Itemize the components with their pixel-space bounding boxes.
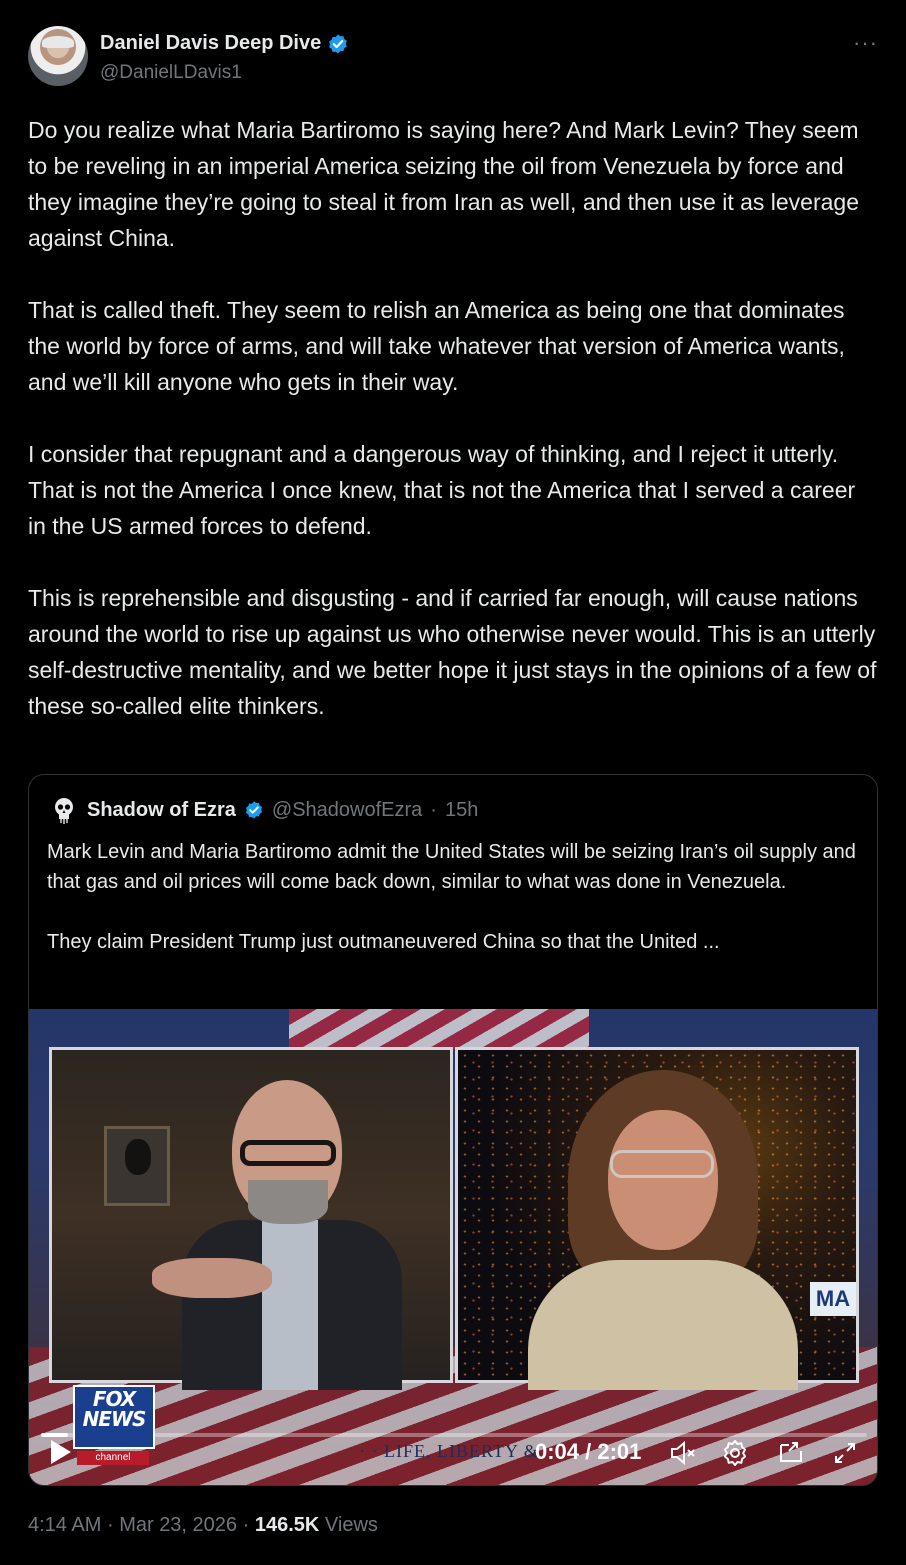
tweet-paragraph: That is called theft. They seem to relis… xyxy=(28,297,845,395)
skull-icon xyxy=(55,798,73,824)
fullscreen-icon[interactable] xyxy=(829,1437,861,1469)
more-options-icon[interactable]: ··· xyxy=(853,30,878,56)
pip-icon[interactable] xyxy=(775,1437,807,1469)
quoted-tweet-body: Mark Levin and Maria Bartiromo admit the… xyxy=(47,837,857,957)
background-sign: MA xyxy=(810,1282,856,1316)
lower-third-text: · · LIFE, LIBERTY & xyxy=(359,1441,539,1461)
video-host-figure xyxy=(152,1080,402,1390)
quoted-timestamp[interactable]: 15h xyxy=(445,799,478,822)
author-handle[interactable]: @DanielLDavis1 xyxy=(100,62,242,84)
video-player[interactable]: MA FOX NEWS channel · · LIFE, LIBERTY & … xyxy=(29,1009,877,1485)
quoted-separator: · xyxy=(430,798,437,821)
quoted-tweet[interactable]: Shadow of Ezra @ShadowofEzra · 15h Mark … xyxy=(28,774,878,1486)
tweet-header: Daniel Davis Deep Dive @DanielLDavis1 ··… xyxy=(28,24,878,88)
verified-badge-icon xyxy=(245,801,262,819)
logo-line-3: channel xyxy=(77,1451,149,1465)
quoted-author-handle[interactable]: @ShadowofEzra xyxy=(272,799,422,822)
logo-line-2: NEWS xyxy=(82,1407,147,1431)
play-icon[interactable] xyxy=(49,1439,73,1465)
tweet-paragraph: I consider that repugnant and a dangerou… xyxy=(28,441,856,539)
quoted-author-name[interactable]: Shadow of Ezra xyxy=(87,799,236,822)
tweet-footer: 4:14 AM · Mar 23, 2026 · 146.5K Views xyxy=(28,1514,378,1537)
video-panel-right: MA xyxy=(455,1047,859,1390)
settings-icon[interactable] xyxy=(719,1437,751,1469)
author-display-name[interactable]: Daniel Davis Deep Dive xyxy=(100,32,321,55)
quoted-paragraph: Mark Levin and Maria Bartiromo admit the… xyxy=(47,841,856,893)
logo-line-1: FOX xyxy=(92,1387,136,1411)
tweet-body: Do you realize what Maria Bartiromo is s… xyxy=(28,112,878,724)
views-label: Views xyxy=(324,1514,378,1536)
video-panel-left xyxy=(49,1047,453,1390)
video-time: 0:04 / 2:01 xyxy=(535,1439,642,1464)
tweet-time[interactable]: 4:14 AM xyxy=(28,1514,101,1536)
verified-badge-icon xyxy=(329,34,348,53)
tweet-paragraph: Do you realize what Maria Bartiromo is s… xyxy=(28,117,860,251)
author-avatar[interactable] xyxy=(28,26,88,86)
views-count: 146.5K xyxy=(254,1514,320,1536)
tweet-date[interactable]: Mar 23, 2026 xyxy=(119,1514,237,1536)
flag-background xyxy=(289,1009,589,1049)
author-name-row: Daniel Davis Deep Dive xyxy=(100,32,349,55)
footer-separator: · xyxy=(242,1514,250,1536)
portrait-frame xyxy=(104,1126,170,1206)
tweet-paragraph: This is reprehensible and disgusting - a… xyxy=(28,585,877,719)
quoted-author-avatar[interactable] xyxy=(49,795,79,825)
footer-separator: · xyxy=(106,1514,114,1536)
video-guest-figure xyxy=(528,1070,798,1390)
mute-icon[interactable] xyxy=(667,1437,699,1469)
quoted-tweet-header: Shadow of Ezra @ShadowofEzra · 15h xyxy=(49,795,478,825)
video-progress-fill xyxy=(41,1433,69,1437)
quoted-paragraph: They claim President Trump just outmaneu… xyxy=(47,931,720,953)
